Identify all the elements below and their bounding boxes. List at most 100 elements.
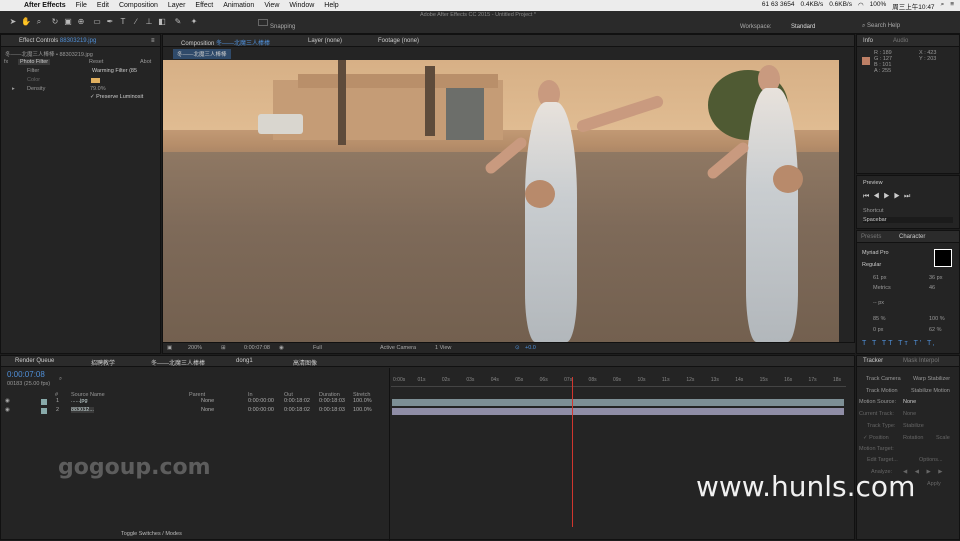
apply-button[interactable]: Apply — [927, 481, 941, 487]
about-link[interactable]: Abot — [140, 59, 151, 65]
comp-subtab[interactable]: 冬——北魔三人棒棒 — [173, 49, 231, 59]
menu-window[interactable]: Window — [289, 2, 314, 9]
track-type-select[interactable]: Stabilize — [903, 423, 924, 429]
tracking[interactable]: 46 — [929, 285, 935, 291]
app-menu[interactable]: After Effects — [24, 2, 66, 9]
list-icon[interactable]: ≡ — [950, 1, 954, 11]
tab-info[interactable]: Info — [863, 38, 873, 44]
layer-duration[interactable]: 0:00:18:03 — [319, 398, 345, 404]
horizontal-scale[interactable]: 100 % — [929, 316, 945, 322]
stabilize-motion-button[interactable]: Stabilize Motion — [911, 388, 950, 394]
baseline-shift[interactable]: 0 px — [873, 327, 883, 333]
layer-stretch[interactable]: 100.0% — [353, 407, 372, 413]
zoom-select[interactable]: 200% — [188, 345, 202, 351]
fill-color-swatch[interactable] — [934, 249, 952, 267]
search-icon[interactable]: ⌕ — [941, 1, 945, 11]
layer-out[interactable]: 0:00:18:02 — [284, 407, 310, 413]
preserve-luminosity-checkbox[interactable]: ✓ Preserve Luminosit — [90, 94, 143, 100]
menu-edit[interactable]: Edit — [97, 2, 109, 9]
layer-in[interactable]: 0:00:00:00 — [248, 407, 274, 413]
menu-animation[interactable]: Animation — [223, 2, 254, 9]
scale-checkbox[interactable]: Scale — [936, 435, 950, 441]
panel-menu-icon[interactable]: ≡ — [151, 38, 155, 44]
expand-arrow-icon[interactable]: ▸ — [12, 86, 15, 92]
exposure-value[interactable]: +0.0 — [525, 345, 536, 351]
tab-mask-interpolation[interactable]: Mask Interpol — [903, 358, 939, 364]
track-motion-button[interactable]: Track Motion — [866, 388, 898, 394]
label-color[interactable] — [41, 399, 47, 405]
safe-zones-icon[interactable]: ⊞ — [221, 345, 226, 351]
tab-render-queue[interactable]: Render Queue — [15, 358, 54, 364]
workspace-select[interactable]: Standard — [791, 24, 815, 30]
stroke-width[interactable]: -- px — [873, 300, 884, 306]
composition-viewer[interactable] — [163, 60, 839, 342]
reset-exposure-icon[interactable]: ⊙ — [515, 345, 520, 351]
color-swatch[interactable] — [91, 78, 100, 83]
view-layout-select[interactable]: 1 View — [435, 345, 451, 351]
font-style-select[interactable]: Regular — [862, 262, 881, 268]
visibility-icon[interactable]: ◉ — [5, 407, 10, 413]
parent-select[interactable]: None — [201, 407, 214, 413]
position-checkbox[interactable]: ✓ Position — [863, 435, 889, 441]
tab-footage[interactable]: Footage (none) — [378, 38, 419, 44]
effect-name[interactable]: Photo Filter — [18, 59, 51, 65]
zoom-tool-icon[interactable]: ⌕ — [34, 17, 44, 27]
tab-tracker[interactable]: Tracker — [863, 358, 883, 364]
tab-timeline-1[interactable]: 招聘教学 — [91, 358, 115, 367]
menu-layer[interactable]: Layer — [168, 2, 186, 9]
tab-effect-controls[interactable]: Effect Controls 88303219.jpg — [19, 38, 96, 44]
snapping-checkbox[interactable] — [258, 19, 268, 26]
wifi-icon[interactable]: ◠ — [858, 1, 864, 11]
pen-tool-icon[interactable]: ✒ — [105, 17, 115, 27]
clone-stamp-tool-icon[interactable]: ⊥ — [144, 17, 154, 27]
always-preview-icon[interactable]: ▣ — [167, 345, 172, 351]
edit-target-button[interactable]: Edit Target... — [867, 457, 898, 463]
options-button[interactable]: Options... — [919, 457, 943, 463]
layer-out[interactable]: 0:00:18:02 — [284, 398, 310, 404]
layer-bar[interactable] — [392, 399, 844, 406]
tab-timeline-2[interactable]: 冬——北魔三人棒棒 — [151, 358, 205, 367]
tab-timeline-4[interactable]: 高清图像 — [293, 358, 317, 367]
table-row[interactable]: ◉ 1 ......jpg None 0:00:00:00 0:00:18:02… — [1, 398, 390, 407]
tab-layer[interactable]: Layer (none) — [308, 38, 342, 44]
parent-select[interactable]: None — [201, 398, 214, 404]
shortcut-select[interactable]: Spacebar — [863, 217, 953, 223]
eraser-tool-icon[interactable]: ◧ — [157, 17, 167, 27]
resolution-select[interactable]: Full — [313, 345, 322, 351]
search-help-field[interactable]: ⌕ Search Help — [862, 23, 900, 30]
leading[interactable]: 36 px — [929, 275, 942, 281]
label-color[interactable] — [41, 408, 47, 414]
layer-stretch[interactable]: 100.0% — [353, 398, 372, 404]
tab-timeline-3[interactable]: dong1 — [236, 358, 253, 364]
fx-icon[interactable]: fx — [4, 59, 8, 65]
vertical-scale[interactable]: 85 % — [873, 316, 886, 322]
timeline-timecode[interactable]: 0:00:07:08 — [7, 370, 45, 379]
warp-stabilizer-button[interactable]: Warp Stabilizer — [913, 376, 950, 382]
rotation-checkbox[interactable]: Rotation — [903, 435, 924, 441]
time-ruler[interactable]: 0:00s 01s 02s 03s 04s 05s 06s 07s 08s 09s 10s 11s 12… — [391, 375, 846, 387]
menu-effect[interactable]: Effect — [195, 2, 213, 9]
layer-name[interactable]: 883032... — [71, 407, 94, 413]
battery-status[interactable]: 100% — [870, 1, 887, 11]
menu-file[interactable]: File — [76, 2, 87, 9]
layer-name[interactable]: ......jpg — [71, 398, 88, 404]
motion-source-select[interactable]: None — [903, 399, 916, 405]
brush-tool-icon[interactable]: ∕ — [131, 17, 141, 27]
tab-audio[interactable]: Audio — [893, 38, 908, 44]
pan-behind-tool-icon[interactable]: ⊕ — [76, 17, 86, 27]
text-style-buttons[interactable]: T T TT Tт T' T, — [862, 340, 936, 347]
table-row[interactable]: ◉ 2 883032... None 0:00:00:00 0:00:18:02… — [1, 407, 390, 416]
playhead[interactable] — [572, 377, 573, 527]
search-icon[interactable]: ⌕ — [59, 376, 62, 383]
hand-tool-icon[interactable]: ✋ — [21, 17, 31, 27]
puppet-tool-icon[interactable]: ✦ — [189, 17, 199, 27]
tsume[interactable]: 62 % — [929, 327, 942, 333]
snapshot-icon[interactable]: ◉ — [279, 345, 284, 351]
tab-composition[interactable]: Composition 冬——北魔三人棒棒 — [181, 38, 270, 47]
reset-link[interactable]: Reset — [89, 59, 103, 65]
layer-bar[interactable] — [392, 408, 844, 415]
font-size[interactable]: 61 px — [873, 275, 886, 281]
kerning[interactable]: Metrics — [873, 285, 891, 291]
camera-select[interactable]: Active Camera — [380, 345, 416, 351]
density-value[interactable]: 79.0% — [90, 86, 106, 92]
